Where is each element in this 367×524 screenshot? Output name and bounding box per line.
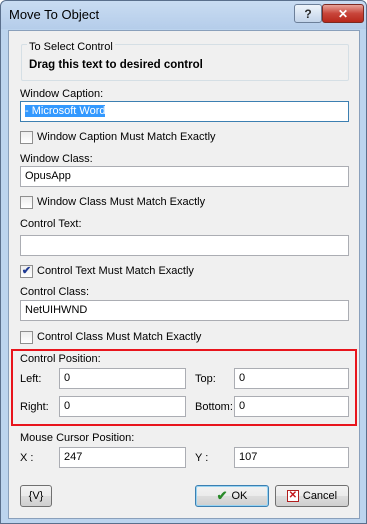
control-text-input[interactable]: [20, 235, 349, 256]
top-value: 0: [239, 372, 246, 384]
control-class-match-label[interactable]: Control Class Must Match Exactly: [37, 331, 201, 343]
right-value: 0: [64, 400, 71, 412]
title-bar[interactable]: Move To Object ? ✕: [1, 1, 366, 29]
help-button[interactable]: ?: [294, 4, 322, 23]
window-caption-label: Window Caption:: [20, 88, 104, 100]
cancel-button[interactable]: ✕ Cancel: [275, 485, 349, 507]
window-caption-match-checkbox[interactable]: [20, 131, 33, 144]
window-caption-input[interactable]: - Microsoft Word: [20, 101, 349, 122]
mouse-position-label: Mouse Cursor Position:: [20, 432, 135, 444]
x-label: X :: [20, 452, 34, 464]
window-title: Move To Object: [9, 7, 100, 22]
left-input[interactable]: 0: [59, 368, 186, 389]
control-position-label: Control Position:: [20, 353, 101, 365]
close-button[interactable]: ✕: [322, 4, 364, 23]
variable-button[interactable]: {V}: [20, 485, 52, 507]
top-input[interactable]: 0: [234, 368, 349, 389]
y-value: 107: [239, 451, 258, 463]
dialog-body: To Select Control Drag this text to desi…: [8, 30, 360, 519]
window-class-value: OpusApp: [25, 170, 71, 182]
help-icon: ?: [304, 6, 312, 21]
window-caption-value: - Microsoft Word: [25, 105, 106, 117]
control-text-match-checkbox[interactable]: ✔: [20, 265, 33, 278]
ok-button-label: OK: [231, 490, 248, 502]
control-text-match-label[interactable]: Control Text Must Match Exactly: [37, 265, 194, 277]
window-class-label: Window Class:: [20, 153, 93, 165]
cancel-x-icon: ✕: [286, 490, 299, 502]
right-label: Right:: [20, 401, 49, 413]
dialog-window: Move To Object ? ✕ To Select Control Dra…: [0, 0, 367, 524]
y-label: Y :: [195, 452, 209, 464]
bottom-label: Bottom:: [195, 401, 233, 413]
y-input[interactable]: 107: [234, 447, 349, 468]
window-class-input[interactable]: OpusApp: [20, 166, 349, 187]
bottom-input[interactable]: 0: [234, 396, 349, 417]
x-input[interactable]: 247: [59, 447, 186, 468]
control-class-match-checkbox[interactable]: [20, 331, 33, 344]
top-label: Top:: [195, 373, 216, 385]
window-caption-match-label[interactable]: Window Caption Must Match Exactly: [37, 131, 216, 143]
left-label: Left:: [20, 373, 42, 385]
cancel-button-label: Cancel: [302, 490, 338, 502]
window-class-match-label[interactable]: Window Class Must Match Exactly: [37, 196, 205, 208]
control-class-value: NetUIHWND: [25, 304, 88, 316]
ok-button[interactable]: ✔ OK: [195, 485, 269, 507]
x-value: 247: [64, 451, 83, 463]
bottom-value: 0: [239, 400, 246, 412]
control-text-check-icon: ✔: [21, 265, 32, 277]
right-input[interactable]: 0: [59, 396, 186, 417]
close-icon: ✕: [337, 6, 349, 21]
select-control-legend: To Select Control: [27, 41, 115, 53]
window-class-match-checkbox[interactable]: [20, 196, 33, 209]
variable-button-label: {V}: [28, 490, 44, 502]
checkmark-icon: ✔: [216, 488, 228, 503]
control-class-label: Control Class:: [20, 286, 90, 298]
left-value: 0: [64, 372, 71, 384]
control-class-input[interactable]: NetUIHWND: [20, 300, 349, 321]
control-text-label: Control Text:: [20, 218, 82, 230]
drag-target-text[interactable]: Drag this text to desired control: [29, 59, 203, 71]
